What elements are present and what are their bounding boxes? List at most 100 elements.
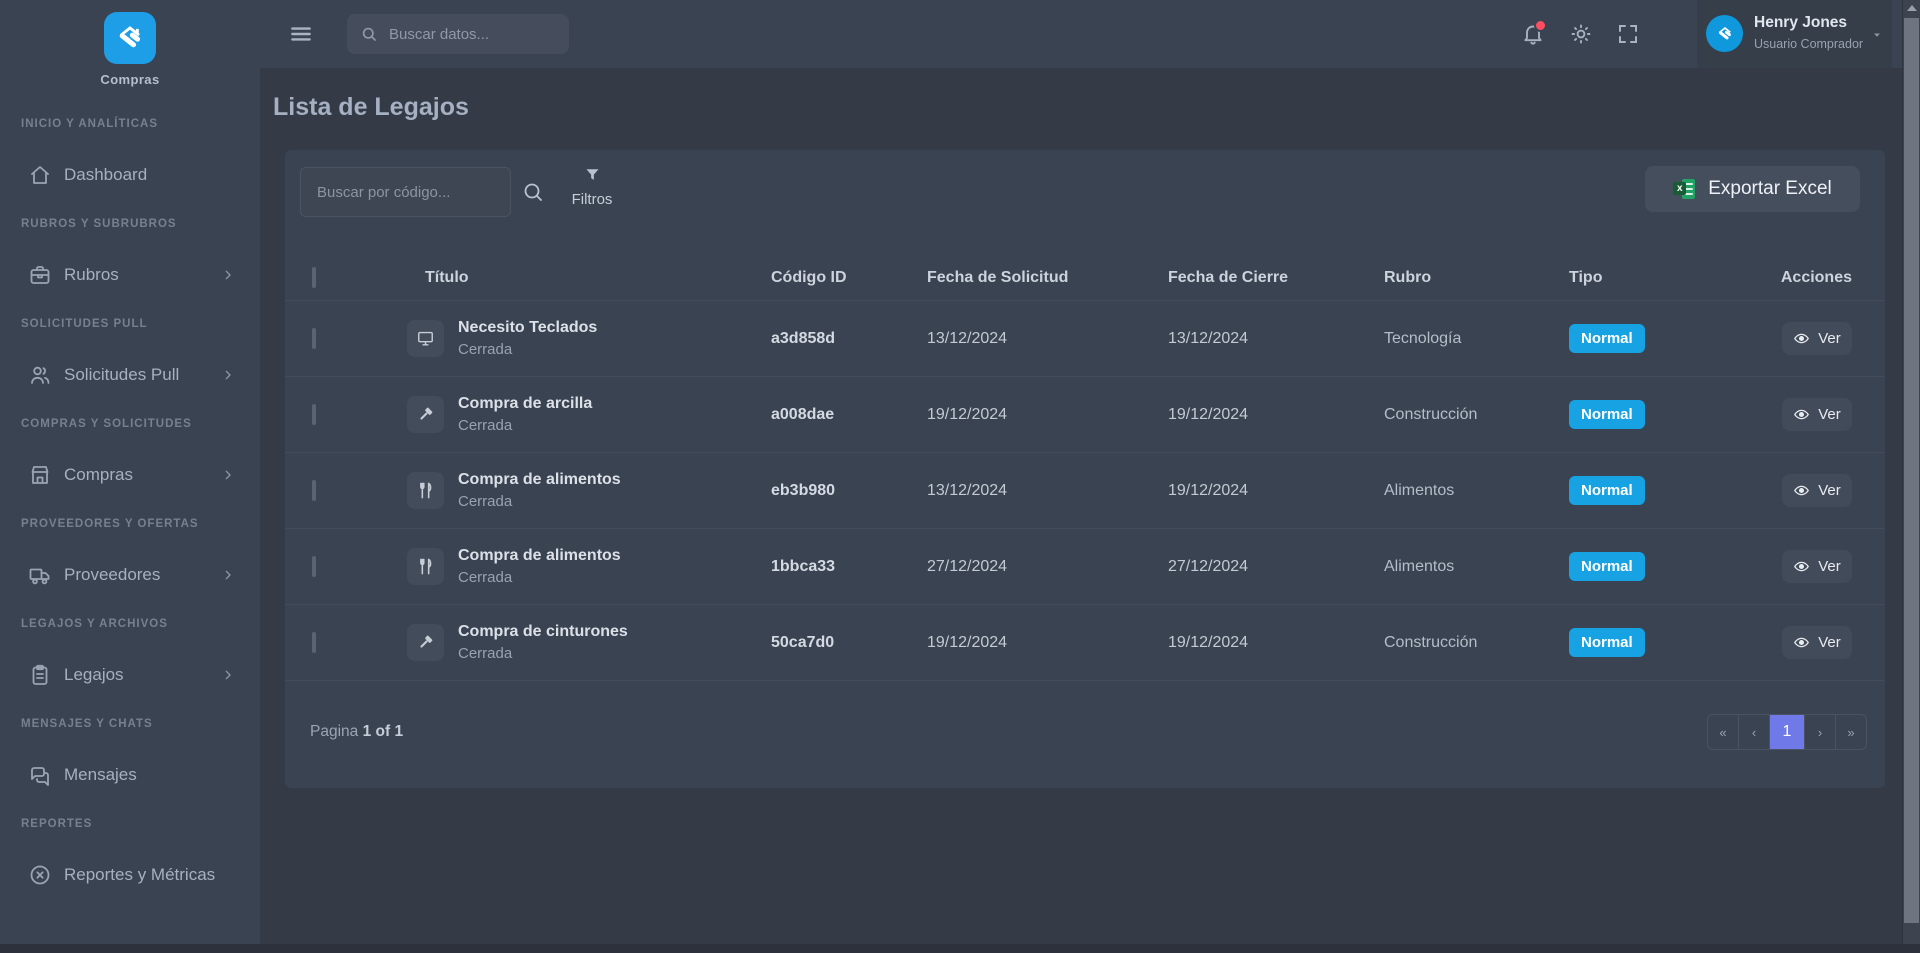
notification-dot [1534, 19, 1547, 32]
sidebar-section-header: SOLICITUDES PULL [0, 318, 260, 334]
page-prev-button[interactable]: ‹ [1739, 715, 1770, 749]
row-status: Cerrada [458, 417, 592, 434]
row-title: Compra de alimentos [458, 547, 621, 565]
select-all-checkbox[interactable] [312, 267, 316, 288]
sidebar-item-legajos[interactable]: Legajos [0, 660, 260, 690]
sidebar-section-header: LEGAJOS Y ARCHIVOS [0, 618, 260, 634]
row-type-badge: Normal [1569, 400, 1645, 429]
col-header-rubro: Rubro [1384, 269, 1569, 287]
user-menu[interactable]: Henry Jones Usuario Comprador [1697, 0, 1892, 68]
row-close-date: 19/12/2024 [1168, 406, 1384, 424]
code-search-input[interactable] [315, 183, 499, 202]
col-header-codigo: Código ID [771, 269, 927, 287]
global-search-input[interactable] [387, 25, 556, 44]
notifications-bell-icon[interactable] [1521, 22, 1545, 46]
export-excel-label: Exportar Excel [1708, 178, 1832, 200]
page-last-button[interactable]: » [1836, 715, 1866, 749]
row-title: Compra de arcilla [458, 395, 592, 413]
app-window: Compras INICIO Y ANALÍTICASDashboardRUBR… [0, 0, 1920, 953]
utensils-icon [416, 557, 435, 576]
scroll-up-arrow-icon[interactable] [1907, 5, 1917, 11]
vertical-scrollbar[interactable] [1902, 0, 1920, 944]
row-code: 1bbca33 [771, 558, 927, 576]
page-number-button[interactable]: 1 [1770, 715, 1805, 749]
sidebar-item-label: Reportes y Métricas [64, 865, 215, 885]
row-checkbox[interactable] [312, 328, 316, 349]
sidebar-item-label: Rubros [64, 265, 119, 285]
excel-icon: x [1673, 179, 1695, 199]
chat-icon [28, 763, 52, 787]
search-icon [360, 25, 378, 43]
main-content: Lista de Legajos Filtros x Exportar Exce… [260, 68, 1920, 953]
monitor-icon [416, 329, 435, 348]
utensils-icon [416, 481, 435, 500]
sidebar-item-proveedores[interactable]: Proveedores [0, 560, 260, 590]
sidebar-section-header: MENSAJES Y CHATS [0, 718, 260, 734]
row-request-date: 27/12/2024 [927, 558, 1168, 576]
users-icon [28, 363, 52, 387]
col-header-fecha-solicitud: Fecha de Solicitud [927, 269, 1168, 287]
legajos-table: TítuloCódigo IDFecha de SolicitudFecha d… [285, 255, 1885, 681]
row-category: Alimentos [1384, 558, 1569, 576]
row-category: Alimentos [1384, 482, 1569, 500]
table-row: Compra de arcillaCerradaa008dae19/12/202… [285, 377, 1885, 453]
horizontal-scrollbar-track[interactable] [0, 944, 1920, 953]
row-close-date: 27/12/2024 [1168, 558, 1384, 576]
sidebar-item-reportes-y-metricas[interactable]: Reportes y Métricas [0, 860, 260, 890]
row-checkbox[interactable] [312, 556, 316, 577]
sidebar-item-mensajes[interactable]: Mensajes [0, 760, 260, 790]
eye-icon [1793, 634, 1810, 651]
view-button[interactable]: Ver [1782, 550, 1852, 583]
app-logo[interactable] [104, 12, 156, 64]
fullscreen-icon[interactable] [1616, 22, 1640, 46]
row-checkbox[interactable] [312, 404, 316, 425]
row-checkbox[interactable] [312, 480, 316, 501]
sidebar-item-dashboard[interactable]: Dashboard [0, 160, 260, 190]
export-excel-button[interactable]: x Exportar Excel [1645, 166, 1860, 212]
row-category-tile [407, 548, 444, 585]
sidebar-item-solicitudes-pull[interactable]: Solicitudes Pull [0, 360, 260, 390]
row-close-date: 13/12/2024 [1168, 330, 1384, 348]
page-next-button[interactable]: › [1805, 715, 1836, 749]
topbar: Henry Jones Usuario Comprador [260, 0, 1920, 68]
table-row: Compra de alimentosCerrada1bbca3327/12/2… [285, 529, 1885, 605]
search-submit-icon[interactable] [521, 180, 545, 204]
clipboard-icon [28, 663, 52, 687]
table-row: Necesito TecladosCerradaa3d858d13/12/202… [285, 301, 1885, 377]
eye-icon [1793, 406, 1810, 423]
page-first-button[interactable]: « [1708, 715, 1739, 749]
row-code: eb3b980 [771, 482, 927, 500]
page-title: Lista de Legajos [273, 93, 469, 122]
truck-icon [28, 563, 52, 587]
sidebar-item-compras[interactable]: Compras [0, 460, 260, 490]
home-icon [28, 163, 52, 187]
table-row: Compra de cinturonesCerrada50ca7d019/12/… [285, 605, 1885, 681]
view-button[interactable]: Ver [1782, 322, 1852, 355]
sidebar-item-label: Solicitudes Pull [64, 365, 179, 385]
sidebar-group: SOLICITUDES PULL Solicitudes Pull [0, 318, 260, 418]
scrollbar-thumb[interactable] [1904, 18, 1919, 923]
row-category-tile [407, 396, 444, 433]
row-status: Cerrada [458, 341, 597, 358]
sidebar-group: REPORTESReportes y Métricas [0, 818, 260, 918]
row-category-tile [407, 320, 444, 357]
view-button[interactable]: Ver [1782, 474, 1852, 507]
eye-icon [1793, 482, 1810, 499]
row-checkbox[interactable] [312, 632, 316, 653]
filters-button[interactable]: Filtros [565, 166, 619, 208]
sidebar-group: MENSAJES Y CHATS Mensajes [0, 718, 260, 818]
sidebar-item-rubros[interactable]: Rubros [0, 260, 260, 290]
col-header-tipo: Tipo [1569, 269, 1745, 287]
store-icon [28, 463, 52, 487]
view-button[interactable]: Ver [1782, 626, 1852, 659]
pagination-label: Pagina 1 of 1 [310, 723, 403, 741]
pagination: «‹1›» [1707, 714, 1867, 750]
row-category-tile [407, 624, 444, 661]
row-close-date: 19/12/2024 [1168, 634, 1384, 652]
menu-toggle-icon[interactable] [288, 21, 314, 47]
filter-funnel-icon [584, 166, 601, 183]
sidebar-group: LEGAJOS Y ARCHIVOS Legajos [0, 618, 260, 718]
col-header-fecha-cierre: Fecha de Cierre [1168, 269, 1384, 287]
theme-sun-icon[interactable] [1569, 22, 1593, 46]
view-button[interactable]: Ver [1782, 398, 1852, 431]
